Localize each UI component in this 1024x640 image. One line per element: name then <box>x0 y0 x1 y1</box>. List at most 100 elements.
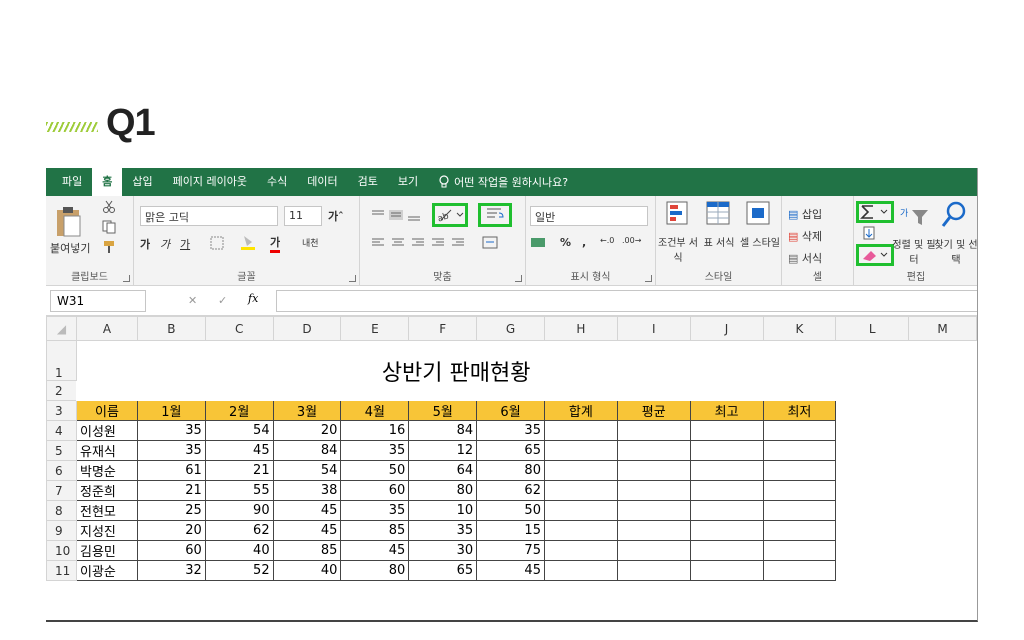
column-header-l[interactable]: L <box>835 316 910 341</box>
tab-formulas[interactable]: 수식 <box>257 168 297 196</box>
value-cell[interactable]: 35 <box>340 500 410 521</box>
table-header-cell[interactable]: 평균 <box>616 400 691 421</box>
value-cell[interactable]: 45 <box>340 540 410 561</box>
borders-icon[interactable] <box>210 236 226 250</box>
cell[interactable] <box>909 481 977 501</box>
cell[interactable] <box>909 521 977 541</box>
table-header-cell[interactable]: 2월 <box>204 400 274 421</box>
grow-font-button[interactable]: 가ˆ <box>328 208 344 224</box>
paste-icon[interactable] <box>54 206 84 240</box>
format-painter-icon[interactable] <box>102 240 116 254</box>
empty-cell[interactable] <box>689 420 764 441</box>
format-cells-button[interactable]: ▤ 서식 <box>788 250 822 266</box>
cell[interactable] <box>836 501 909 521</box>
tab-insert[interactable]: 삽입 <box>122 168 162 196</box>
table-header-cell[interactable]: 합계 <box>543 400 618 421</box>
increase-decimal-button[interactable]: ←.0 <box>600 236 614 245</box>
value-cell[interactable]: 85 <box>340 520 410 541</box>
name-cell[interactable]: 전현모 <box>75 500 138 521</box>
table-header-cell[interactable]: 1월 <box>136 400 206 421</box>
empty-cell[interactable] <box>543 540 618 561</box>
value-cell[interactable]: 35 <box>136 440 206 461</box>
value-cell[interactable]: 90 <box>204 500 274 521</box>
column-header-e[interactable]: E <box>340 316 410 341</box>
column-header-j[interactable]: J <box>689 316 764 341</box>
font-name-dropdown[interactable]: 맑은 고딕 <box>140 206 278 226</box>
empty-cell[interactable] <box>762 520 837 541</box>
paste-button[interactable]: 붙여넣기 <box>50 240 90 256</box>
cell[interactable] <box>836 421 909 441</box>
value-cell[interactable]: 16 <box>340 420 410 441</box>
column-header-a[interactable]: A <box>75 316 138 341</box>
column-header-d[interactable]: D <box>272 316 342 341</box>
number-launcher[interactable] <box>645 275 652 282</box>
value-cell[interactable]: 55 <box>204 480 274 501</box>
autosum-button[interactable] <box>856 201 894 223</box>
cell[interactable] <box>909 441 977 461</box>
column-header-m[interactable]: M <box>908 316 977 341</box>
column-header-i[interactable]: I <box>616 316 691 341</box>
value-cell[interactable]: 30 <box>408 540 478 561</box>
delete-cells-button[interactable]: ▤ 삭제 <box>788 228 822 244</box>
row-header[interactable]: 8 <box>46 500 77 521</box>
empty-cell[interactable] <box>689 460 764 481</box>
value-cell[interactable]: 10 <box>408 500 478 521</box>
cell[interactable] <box>909 421 977 441</box>
value-cell[interactable]: 50 <box>476 500 545 521</box>
row-header[interactable]: 7 <box>46 480 77 501</box>
value-cell[interactable]: 45 <box>476 560 545 581</box>
value-cell[interactable]: 60 <box>136 540 206 561</box>
font-size-dropdown[interactable]: 11 <box>284 206 322 226</box>
table-header-cell[interactable]: 3월 <box>272 400 342 421</box>
value-cell[interactable]: 35 <box>408 520 478 541</box>
empty-cell[interactable] <box>689 540 764 561</box>
value-cell[interactable]: 20 <box>136 520 206 541</box>
insert-function-icon[interactable]: fx <box>248 292 258 305</box>
row-header[interactable]: 5 <box>46 440 77 461</box>
value-cell[interactable]: 45 <box>204 440 274 461</box>
column-header-k[interactable]: K <box>762 316 837 341</box>
cell[interactable] <box>836 541 909 561</box>
value-cell[interactable]: 50 <box>340 460 410 481</box>
column-header-c[interactable]: C <box>204 316 274 341</box>
cell[interactable] <box>836 401 909 421</box>
table-header-cell[interactable]: 최고 <box>689 400 764 421</box>
row-header[interactable]: 3 <box>46 400 77 421</box>
empty-cell[interactable] <box>616 520 691 541</box>
empty-cell[interactable] <box>616 500 691 521</box>
table-header-cell[interactable]: 최저 <box>762 400 837 421</box>
sort-filter-button[interactable]: 정렬 및 필터 <box>892 236 936 266</box>
row-header[interactable]: 10 <box>46 540 77 561</box>
value-cell[interactable]: 61 <box>136 460 206 481</box>
row-header[interactable]: 2 <box>46 380 77 401</box>
wrap-text-button[interactable] <box>478 203 512 227</box>
orientation-button[interactable]: ab <box>432 203 468 227</box>
cell[interactable] <box>836 441 909 461</box>
value-cell[interactable]: 80 <box>476 460 545 481</box>
copy-icon[interactable] <box>102 220 118 234</box>
column-header-h[interactable]: H <box>543 316 618 341</box>
cut-icon[interactable] <box>102 200 116 214</box>
empty-cell[interactable] <box>762 500 837 521</box>
row-header[interactable]: 11 <box>46 560 77 581</box>
name-cell[interactable]: 박명순 <box>75 460 138 481</box>
empty-cell[interactable] <box>689 500 764 521</box>
empty-cell[interactable] <box>689 560 764 581</box>
tab-review[interactable]: 검토 <box>348 168 388 196</box>
cell[interactable] <box>909 541 977 561</box>
value-cell[interactable]: 75 <box>476 540 545 561</box>
cancel-icon[interactable]: ✕ <box>188 294 197 307</box>
font-launcher[interactable] <box>349 275 356 282</box>
value-cell[interactable]: 84 <box>408 420 478 441</box>
empty-cell[interactable] <box>543 500 618 521</box>
value-cell[interactable]: 80 <box>408 480 478 501</box>
percent-button[interactable]: % <box>560 236 571 249</box>
insert-cells-button[interactable]: ▤ 삽입 <box>788 206 822 222</box>
comma-button[interactable]: , <box>582 236 586 249</box>
value-cell[interactable]: 64 <box>408 460 478 481</box>
clipboard-launcher[interactable] <box>123 275 130 282</box>
row-header[interactable]: 9 <box>46 520 77 541</box>
empty-cell[interactable] <box>616 560 691 581</box>
value-cell[interactable]: 80 <box>340 560 410 581</box>
empty-cell[interactable] <box>689 440 764 461</box>
